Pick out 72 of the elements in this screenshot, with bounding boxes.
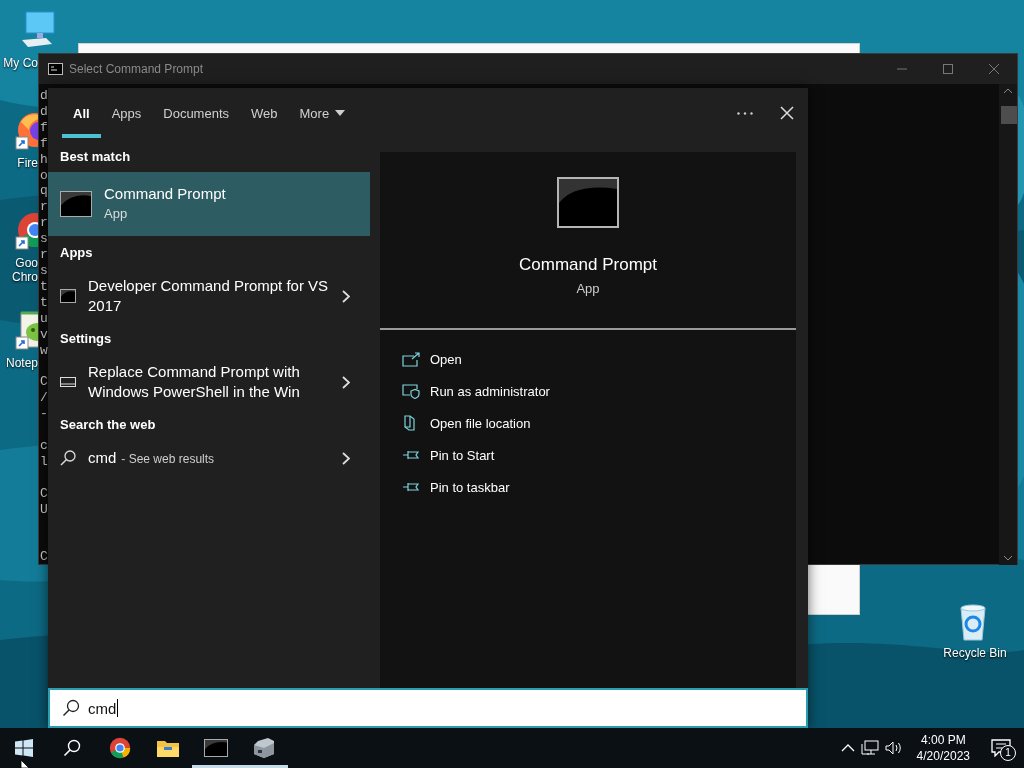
section-heading: Settings <box>59 330 113 348</box>
pin-icon <box>402 481 420 493</box>
section-heading: Best match <box>59 148 132 166</box>
display-icon <box>60 375 76 389</box>
action-item[interactable]: Open file location <box>402 407 796 439</box>
tab[interactable]: Apps <box>100 88 153 138</box>
icon-label: Notep <box>5 356 38 370</box>
action-item[interactable]: Run as administrator <box>402 375 796 407</box>
scroll-thumb[interactable] <box>1001 106 1017 124</box>
search-result[interactable]: Command Prompt App <box>48 172 370 236</box>
windows-logo-icon <box>15 739 33 757</box>
chevron-right-icon[interactable] <box>342 375 350 389</box>
text-cursor <box>117 699 119 717</box>
window-title: Select Command Prompt <box>69 62 205 76</box>
console-text: d d f f h o q r r s r s t t u v w C / - c l C U C <box>39 87 48 566</box>
terminal-icon <box>557 177 619 228</box>
result-hint: - See web results <box>121 452 215 466</box>
shield-icon <box>402 383 420 399</box>
result-title: cmd <box>88 448 117 468</box>
terminal-icon <box>48 63 63 75</box>
action-item[interactable]: Open <box>402 343 796 375</box>
result-title: Developer Command Prompt for VS 2017 <box>88 276 330 316</box>
result-title: Command Prompt <box>104 184 227 204</box>
search-result[interactable]: cmd - See web results <box>48 434 370 474</box>
close-icon <box>989 64 999 74</box>
chevron-right-icon[interactable] <box>342 289 350 303</box>
pin-icon <box>402 449 420 461</box>
notification-icon[interactable] <box>991 739 1011 757</box>
action-item[interactable]: Pin to Start <box>402 439 796 471</box>
chevron-right-icon[interactable] <box>342 451 350 465</box>
tab[interactable]: All <box>62 88 101 138</box>
search-icon <box>62 699 80 717</box>
icon-label: Chro <box>12 270 38 284</box>
clock-date[interactable]: 4/20/2023 <box>916 748 970 764</box>
dropdown-tab[interactable]: More <box>288 88 357 138</box>
tab[interactable]: Documents <box>152 88 240 138</box>
notification-count: 1 <box>1000 745 1016 761</box>
chevron-up-icon[interactable] <box>840 744 855 752</box>
device-icon <box>252 737 276 759</box>
icon-label: Fire <box>17 156 38 170</box>
more-icon <box>737 111 753 115</box>
scroll-up-icon[interactable] <box>1004 88 1012 93</box>
network-icon[interactable] <box>860 740 879 756</box>
action-item[interactable]: Pin to taskbar <box>402 471 796 503</box>
app-type: App <box>576 280 600 298</box>
section-heading: Search the web <box>59 416 157 434</box>
folder-icon <box>156 738 180 758</box>
search-icon <box>63 739 81 757</box>
tab[interactable]: Web <box>240 88 289 138</box>
search-result[interactable]: Replace Command Prompt with Windows PowerShell in the Win <box>48 348 370 408</box>
close-icon <box>780 106 794 120</box>
app-title: Command Prompt <box>519 254 657 276</box>
terminal-icon <box>204 739 228 757</box>
search-field[interactable]: cmd <box>48 688 808 728</box>
result-title: Replace Command Prompt with Windows PowerShell in the Win <box>88 362 301 402</box>
result-subtitle: App <box>104 205 129 223</box>
search-result[interactable]: Developer Command Prompt for VS 2017 <box>48 262 370 322</box>
terminal-icon <box>60 191 92 217</box>
section-heading: Apps <box>59 244 94 262</box>
terminal-icon <box>60 289 76 303</box>
maximize-icon <box>943 64 953 74</box>
external-link-icon <box>402 351 420 367</box>
icon-label: Recycle Bin <box>943 646 1007 660</box>
caret-icon <box>335 110 346 116</box>
search-icon <box>60 450 76 466</box>
browser-icon <box>108 736 132 760</box>
icon-label: My Co <box>3 56 38 70</box>
clock-time[interactable]: 4:00 PM <box>920 732 966 748</box>
scroll-down-icon[interactable] <box>1004 556 1012 562</box>
icon-label: Goo <box>15 256 38 270</box>
scrollbar[interactable] <box>999 84 1017 566</box>
volume-icon[interactable] <box>884 740 903 756</box>
